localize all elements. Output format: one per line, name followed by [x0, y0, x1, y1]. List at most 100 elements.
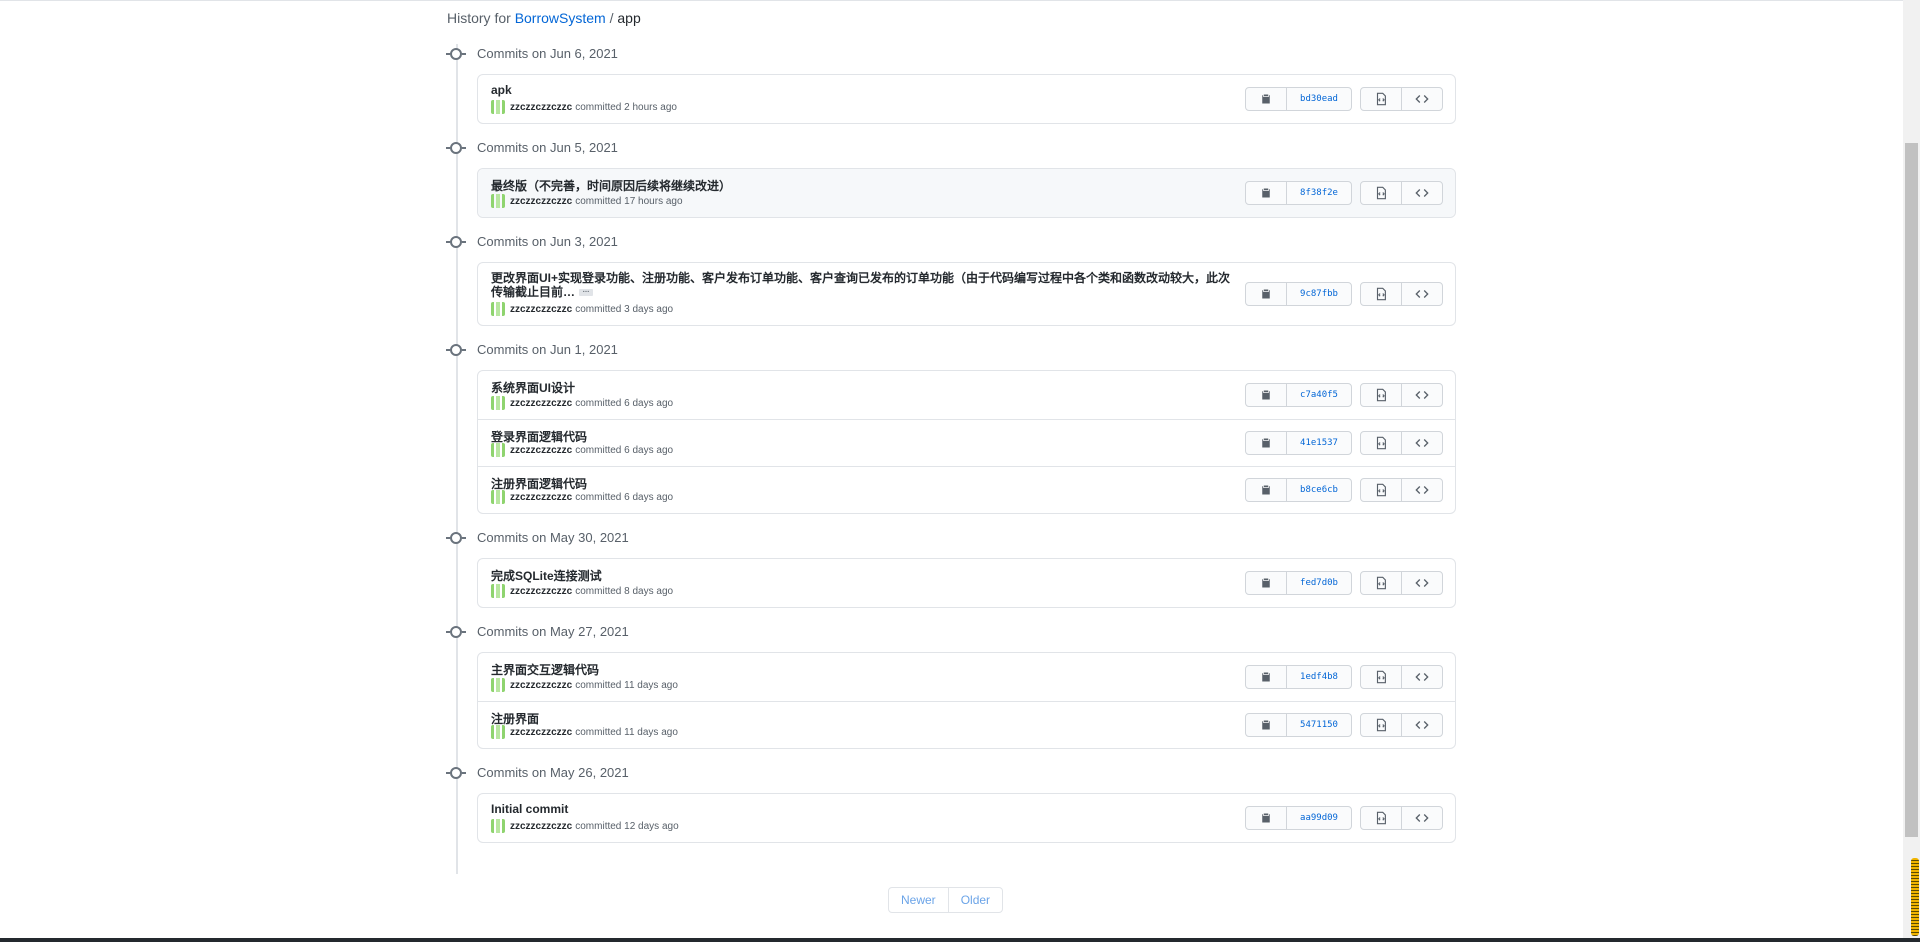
- expand-message-button[interactable]: …: [579, 287, 594, 297]
- commit-message[interactable]: 系统界面UI设计: [491, 381, 575, 395]
- avatar[interactable]: [491, 443, 505, 457]
- commit-actions: c7a40f5: [1245, 383, 1443, 407]
- commit-author[interactable]: zzczzczzczzc: [510, 304, 572, 315]
- commit-groups: Commits on Jun 6, 2021 apk zzczzczzczzc com…: [446, 44, 1456, 857]
- browse-code-button[interactable]: [1401, 384, 1442, 406]
- commit-group-header: Commits on May 26, 2021: [446, 763, 1456, 783]
- avatar[interactable]: [491, 302, 505, 316]
- commit-sha-link[interactable]: c7a40f5: [1286, 384, 1351, 406]
- commit-sha-link[interactable]: aa99d09: [1286, 807, 1351, 829]
- browse-code-button[interactable]: [1401, 182, 1442, 204]
- commit-author[interactable]: zzczzczzczzc: [510, 102, 572, 113]
- commit-row: 完成SQLite连接测试 zzczzczzczzc committed 8 days…: [478, 559, 1455, 607]
- clipboard-icon: [1260, 812, 1272, 824]
- browse-code-button[interactable]: [1401, 666, 1442, 688]
- older-button[interactable]: Older: [947, 888, 1002, 912]
- browse-repo-button[interactable]: [1361, 714, 1401, 736]
- browse-repo-button[interactable]: [1361, 283, 1401, 305]
- commit-sha-link[interactable]: 5471150: [1286, 714, 1351, 736]
- browse-code-button[interactable]: [1401, 572, 1442, 594]
- commit-date: Commits on Jun 6, 2021: [477, 46, 618, 61]
- scrollbar[interactable]: [1903, 0, 1920, 938]
- copy-sha-button[interactable]: [1246, 283, 1286, 305]
- copy-sha-button[interactable]: [1246, 384, 1286, 406]
- newer-button[interactable]: Newer: [889, 888, 948, 912]
- copy-sha-button[interactable]: [1246, 714, 1286, 736]
- commit-author[interactable]: zzczzczzczzc: [510, 586, 572, 597]
- browse-button-group: [1360, 806, 1443, 830]
- bottom-border: [0, 938, 1920, 942]
- browse-code-button[interactable]: [1401, 283, 1442, 305]
- commit-message[interactable]: apk: [491, 83, 512, 97]
- browse-code-button[interactable]: [1401, 807, 1442, 829]
- browse-repo-button[interactable]: [1361, 572, 1401, 594]
- browse-repo-button[interactable]: [1361, 384, 1401, 406]
- commit-group: Commits on Jun 3, 2021 更改界面UI+实现登录功能、注册功能…: [446, 232, 1456, 326]
- sha-button-group: fed7d0b: [1245, 571, 1352, 595]
- browse-code-button[interactable]: [1401, 479, 1442, 501]
- copy-sha-button[interactable]: [1246, 666, 1286, 688]
- sha-button-group: 8f38f2e: [1245, 181, 1352, 205]
- repo-link[interactable]: BorrowSystem: [515, 10, 606, 26]
- commit-message[interactable]: Initial commit: [491, 802, 568, 816]
- commit-message[interactable]: 注册界面: [491, 712, 539, 726]
- commit-time: committed 8 days ago: [575, 585, 674, 597]
- commit-time: committed 3 days ago: [575, 303, 674, 315]
- commit-meta: zzczzczzczzc committed 11 days ago: [491, 725, 678, 739]
- copy-sha-button[interactable]: [1246, 88, 1286, 110]
- file-code-icon: [1374, 186, 1388, 200]
- commit-author[interactable]: zzczzczzczzc: [510, 492, 572, 503]
- commit-list: 最终版（不完善，时间原因后续将继续改进） zzczzczzczzc committe…: [477, 168, 1456, 218]
- commit-sha-link[interactable]: 8f38f2e: [1286, 182, 1351, 204]
- browse-repo-button[interactable]: [1361, 666, 1401, 688]
- avatar[interactable]: [491, 678, 505, 692]
- commit-meta: zzczzczzczzc committed 6 days ago: [491, 396, 673, 410]
- browse-code-button[interactable]: [1401, 432, 1442, 454]
- browse-repo-button[interactable]: [1361, 479, 1401, 501]
- browse-repo-button[interactable]: [1361, 807, 1401, 829]
- avatar[interactable]: [491, 819, 505, 833]
- commit-author[interactable]: zzczzczzczzc: [510, 821, 572, 832]
- commit-group: Commits on Jun 1, 2021 系统界面UI设计 zzczzczzcz…: [446, 340, 1456, 514]
- copy-sha-button[interactable]: [1246, 572, 1286, 594]
- commit-author[interactable]: zzczzczzczzc: [510, 727, 572, 738]
- commit-list: 系统界面UI设计 zzczzczzczzc committed 6 days ago…: [477, 370, 1456, 514]
- commit-time: committed 11 days ago: [575, 726, 678, 738]
- copy-sha-button[interactable]: [1246, 182, 1286, 204]
- commit-author[interactable]: zzczzczzczzc: [510, 398, 572, 409]
- commit-message[interactable]: 完成SQLite连接测试: [491, 569, 602, 583]
- commit-date: Commits on Jun 1, 2021: [477, 342, 618, 357]
- commit-meta: zzczzczzczzc committed 3 days ago: [491, 302, 673, 316]
- browse-repo-button[interactable]: [1361, 432, 1401, 454]
- commit-sha-link[interactable]: 1edf4b8: [1286, 666, 1351, 688]
- commit-message[interactable]: 注册界面逻辑代码: [491, 477, 587, 491]
- avatar[interactable]: [491, 194, 505, 208]
- commit-author[interactable]: zzczzczzczzc: [510, 680, 572, 691]
- file-code-icon: [1374, 670, 1388, 684]
- browse-code-button[interactable]: [1401, 88, 1442, 110]
- avatar[interactable]: [491, 725, 505, 739]
- scrollbar-thumb[interactable]: [1905, 143, 1918, 837]
- commit-author[interactable]: zzczzczzczzc: [510, 445, 572, 456]
- browse-code-button[interactable]: [1401, 714, 1442, 736]
- browse-repo-button[interactable]: [1361, 88, 1401, 110]
- commit-sha-link[interactable]: 41e1537: [1286, 432, 1351, 454]
- commit-message[interactable]: 最终版（不完善，时间原因后续将继续改进）: [491, 179, 731, 193]
- commit-sha-link[interactable]: fed7d0b: [1286, 572, 1351, 594]
- commit-sha-link[interactable]: b8ce6cb: [1286, 479, 1351, 501]
- avatar[interactable]: [491, 490, 505, 504]
- avatar[interactable]: [491, 584, 505, 598]
- copy-sha-button[interactable]: [1246, 807, 1286, 829]
- browse-button-group: [1360, 571, 1443, 595]
- commit-sha-link[interactable]: bd30ead: [1286, 88, 1351, 110]
- commit-message[interactable]: 登录界面逻辑代码: [491, 430, 587, 444]
- copy-sha-button[interactable]: [1246, 432, 1286, 454]
- copy-sha-button[interactable]: [1246, 479, 1286, 501]
- commit-message[interactable]: 更改界面UI+实现登录功能、注册功能、客户发布订单功能、客户查询已发布的订单功能…: [491, 271, 1230, 299]
- commit-message[interactable]: 主界面交互逻辑代码: [491, 663, 599, 677]
- commit-author[interactable]: zzczzczzczzc: [510, 196, 572, 207]
- avatar[interactable]: [491, 396, 505, 410]
- avatar[interactable]: [491, 100, 505, 114]
- commit-sha-link[interactable]: 9c87fbb: [1286, 283, 1351, 305]
- browse-repo-button[interactable]: [1361, 182, 1401, 204]
